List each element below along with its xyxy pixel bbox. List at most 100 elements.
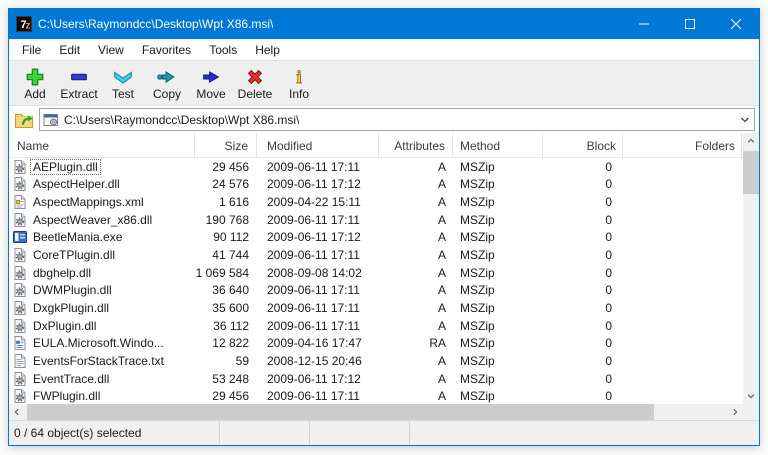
title-bar[interactable]: 7z C:\Users\Raymondcc\Desktop\Wpt X86.ms… <box>9 9 759 39</box>
table-row[interactable]: AspectHelper.dll 24 576 2009-06-11 17:12… <box>9 176 743 194</box>
horizontal-scrollbar-thumb[interactable] <box>27 404 654 420</box>
cell-size: 36 112 <box>213 318 249 333</box>
extract-button[interactable]: Extract <box>57 61 101 105</box>
horizontal-scrollbar[interactable] <box>9 404 743 420</box>
scroll-left-icon[interactable] <box>9 404 25 420</box>
dll-gear-icon <box>14 159 26 174</box>
move-button[interactable]: Move <box>189 61 233 105</box>
info-button[interactable]: i Info <box>277 61 321 105</box>
exe-app-icon <box>13 231 27 244</box>
menu-tools[interactable]: Tools <box>200 39 246 61</box>
cell-size: 1 069 584 <box>195 265 249 280</box>
cell-name[interactable]: DxgkPlugin.dll <box>9 299 195 317</box>
cell-modified: 2009-06-11 17:11 <box>267 300 360 315</box>
cell-modified: 2009-04-16 17:47 <box>267 336 362 351</box>
7zip-window: 7z C:\Users\Raymondcc\Desktop\Wpt X86.ms… <box>8 8 760 446</box>
scroll-up-icon[interactable] <box>743 133 759 149</box>
vertical-scrollbar[interactable] <box>743 133 759 404</box>
cell-block: 0 <box>605 336 612 351</box>
cell-method: MSZip <box>460 230 495 245</box>
header-name[interactable]: Name <box>9 133 195 158</box>
table-row[interactable]: EventTrace.dll 53 248 2009-06-11 17:12 A… <box>9 370 743 388</box>
cell-size: 35 600 <box>212 300 249 315</box>
cell-size: 190 768 <box>205 212 249 227</box>
window-title: C:\Users\Raymondcc\Desktop\Wpt X86.msi\ <box>38 17 274 31</box>
cell-name[interactable]: EventTrace.dll <box>9 370 195 388</box>
menu-file[interactable]: File <box>13 39 50 61</box>
move-arrow-icon <box>203 70 220 83</box>
table-row[interactable]: BeetleMania.exe 90 112 2009-06-11 17:12 … <box>9 229 743 247</box>
menu-edit[interactable]: Edit <box>50 39 89 61</box>
cell-attributes: A <box>437 318 446 333</box>
address-path[interactable]: C:\Users\Raymondcc\Desktop\Wpt X86.msi\ <box>64 113 299 127</box>
table-row[interactable]: DxPlugin.dll 36 112 2009-06-11 17:11 A M… <box>9 317 743 335</box>
up-one-level-button[interactable] <box>9 108 39 132</box>
cell-folders <box>623 299 742 317</box>
minimize-button[interactable] <box>621 9 667 39</box>
cell-modified: 2009-06-11 17:11 <box>267 389 360 404</box>
cell-modified: 2009-06-11 17:11 <box>267 283 360 298</box>
table-row[interactable]: EULA.Microsoft.Windo... 12 822 2009-04-1… <box>9 334 743 352</box>
header-folders[interactable]: Folders <box>623 133 742 158</box>
scroll-right-icon[interactable] <box>727 404 743 420</box>
menu-view[interactable]: View <box>89 39 133 61</box>
address-combobox[interactable]: C:\Users\Raymondcc\Desktop\Wpt X86.msi\ <box>39 108 755 131</box>
cell-name[interactable]: AspectMappings.xml <box>9 193 195 211</box>
menu-favorites[interactable]: Favorites <box>133 39 200 61</box>
cell-method: MSZip <box>460 265 495 280</box>
copy-button[interactable]: Copy <box>145 61 189 105</box>
header-attributes[interactable]: Attributes <box>379 133 453 158</box>
maximize-button[interactable] <box>667 9 713 39</box>
close-button[interactable] <box>713 9 759 39</box>
add-button[interactable]: Add <box>13 61 57 105</box>
table-row[interactable]: EventsForStackTrace.txt 59 2008-12-15 20… <box>9 352 743 370</box>
table-row[interactable]: DxgkPlugin.dll 35 600 2009-06-11 17:11 A… <box>9 299 743 317</box>
cell-name[interactable]: dbghelp.dll <box>9 264 195 282</box>
txt-doc-icon <box>14 353 26 368</box>
menu-help[interactable]: Help <box>246 39 289 61</box>
table-row[interactable]: CoreTPlugin.dll 41 744 2009-06-11 17:11 … <box>9 246 743 264</box>
cell-folders <box>623 158 742 176</box>
test-button[interactable]: Test <box>101 61 145 105</box>
table-row[interactable]: DWMPlugin.dll 36 640 2009-06-11 17:11 A … <box>9 281 743 299</box>
cell-block: 0 <box>605 300 612 315</box>
cell-name[interactable]: DxPlugin.dll <box>9 317 195 335</box>
cell-name[interactable]: DWMPlugin.dll <box>9 281 195 299</box>
dll-gear-icon <box>14 248 26 263</box>
cell-name[interactable]: AEPlugin.dll <box>9 158 195 176</box>
scroll-down-icon[interactable] <box>743 388 759 404</box>
cell-name[interactable]: BeetleMania.exe <box>9 229 195 247</box>
header-modified[interactable]: Modified <box>257 133 379 158</box>
cell-name[interactable]: AspectHelper.dll <box>9 176 195 194</box>
cell-name[interactable]: EventsForStackTrace.txt <box>9 352 195 370</box>
header-block[interactable]: Block <box>543 133 623 158</box>
table-row[interactable]: AspectWeaver_x86.dll 190 768 2009-06-11 … <box>9 211 743 229</box>
cell-folders <box>623 246 742 264</box>
cell-modified: 2009-04-22 15:11 <box>267 195 361 210</box>
cell-size: 36 640 <box>212 283 249 298</box>
cell-name[interactable]: FWPlugin.dll <box>9 387 195 404</box>
cell-method: MSZip <box>460 300 495 315</box>
cell-name[interactable]: CoreTPlugin.dll <box>9 246 195 264</box>
cell-name[interactable]: AspectWeaver_x86.dll <box>9 211 195 229</box>
cell-block: 0 <box>605 283 612 298</box>
table-row[interactable]: AEPlugin.dll 29 456 2009-06-11 17:11 A M… <box>9 158 743 176</box>
dll-gear-icon <box>14 318 26 333</box>
table-row[interactable]: dbghelp.dll 1 069 584 2008-09-08 14:02 A… <box>9 264 743 282</box>
table-row[interactable]: AspectMappings.xml 1 616 2009-04-22 15:1… <box>9 193 743 211</box>
cell-attributes: A <box>437 195 446 210</box>
cell-attributes: A <box>437 389 446 404</box>
svg-text:i: i <box>296 66 301 86</box>
chevron-down-icon[interactable] <box>740 115 750 125</box>
cell-name[interactable]: EULA.Microsoft.Windo... <box>9 334 195 352</box>
cell-block: 0 <box>605 318 612 333</box>
header-size[interactable]: Size <box>195 133 257 158</box>
table-row[interactable]: FWPlugin.dll 29 456 2009-06-11 17:11 A M… <box>9 387 743 404</box>
folder-up-icon <box>15 113 33 128</box>
header-method[interactable]: Method <box>453 133 543 158</box>
info-i-icon: i <box>296 66 302 87</box>
delete-button[interactable]: Delete <box>233 61 277 105</box>
menu-bar: File Edit View Favorites Tools Help <box>9 39 759 61</box>
vertical-scrollbar-thumb[interactable] <box>743 151 759 194</box>
cell-folders <box>623 176 742 194</box>
